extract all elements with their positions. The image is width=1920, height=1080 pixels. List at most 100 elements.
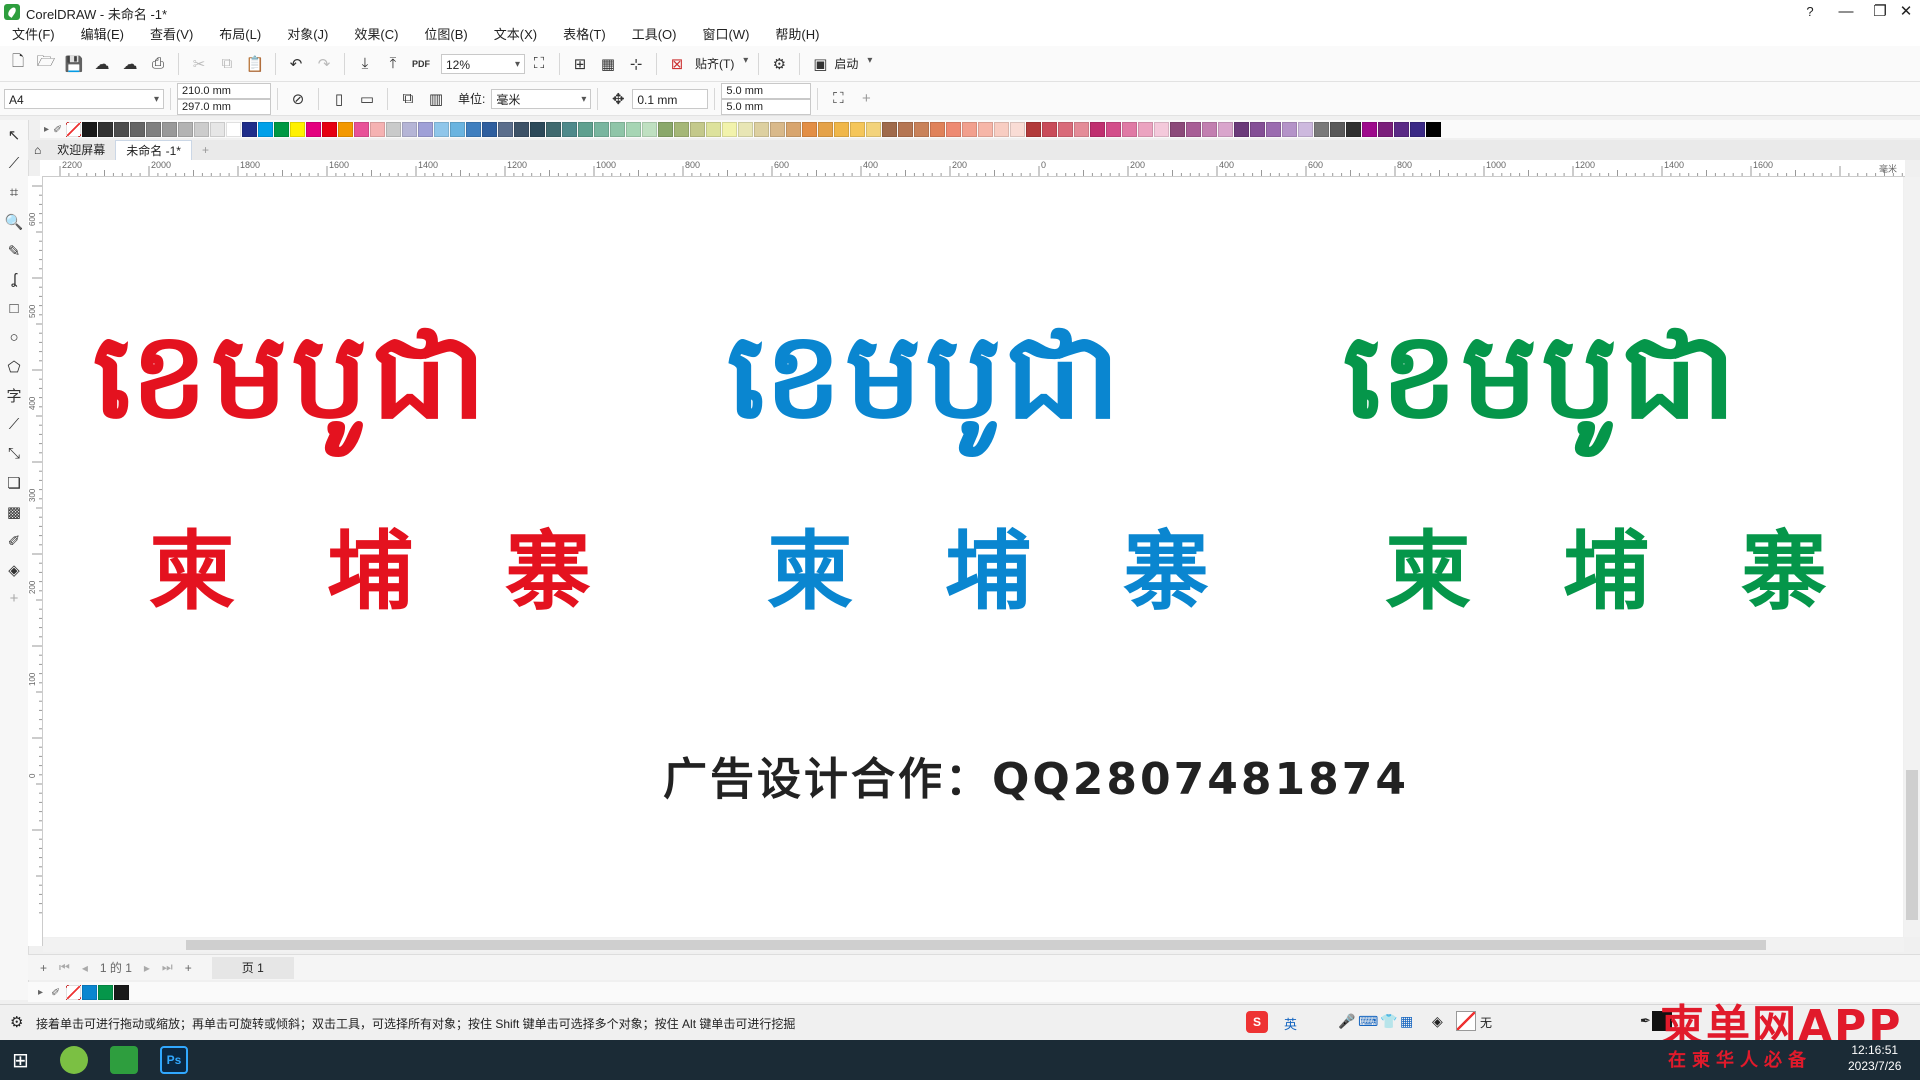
palette-menu-icon[interactable]: ▸ [44,124,49,135]
doc-palette-menu-icon[interactable]: ▸ [38,987,43,998]
toolbox-grid-icon[interactable]: ▦ [1400,1013,1413,1030]
show-grid-icon[interactable]: ▦ [597,53,619,75]
ime-mode[interactable]: 英 [1284,1014,1297,1033]
palette-swatch[interactable] [594,121,610,137]
print-icon[interactable]: ⎙ [147,53,169,75]
browser-icon[interactable] [60,1046,88,1074]
menu-bitmaps[interactable]: 位图(B) [412,24,481,46]
palette-swatch[interactable] [1298,121,1314,137]
add-tool-icon[interactable]: + [0,584,28,613]
cut-icon[interactable]: ✂ [188,53,210,75]
palette-swatch[interactable] [898,121,914,137]
parallel-dimension-icon[interactable]: ⟋ [0,410,28,439]
palette-swatch[interactable] [914,121,930,137]
palette-swatch[interactable] [834,121,850,137]
no-color-swatch[interactable] [66,121,82,137]
shape-tool-icon[interactable]: ⟋ [0,149,28,178]
palette-swatch[interactable] [1090,121,1106,137]
drop-shadow-icon[interactable]: ❏ [0,468,28,497]
palette-swatch[interactable] [1250,121,1266,137]
palette-swatch[interactable] [338,121,354,137]
palette-swatch[interactable] [514,121,530,137]
palette-swatch[interactable] [1186,121,1202,137]
palette-swatch[interactable] [562,121,578,137]
interactive-fill-icon[interactable]: ◈ [0,555,28,584]
unit-dropdown[interactable]: 毫米 [491,88,592,110]
freehand-tool-icon[interactable]: ✎ [0,236,28,265]
palette-swatch[interactable] [1378,121,1394,137]
khmer-text-blue[interactable]: ខេមបូជា [727,317,1124,437]
palette-swatch[interactable] [946,121,962,137]
palette-swatch[interactable] [1410,121,1426,137]
cn-char-red-2[interactable]: 埔 [327,529,413,615]
palette-swatch[interactable] [1074,121,1090,137]
keyboard-icon[interactable]: ⌨ [1358,1013,1378,1030]
duplicate-y-field[interactable]: 5.0 mm [721,98,812,115]
cn-char-green-2[interactable]: 埔 [1563,529,1649,615]
palette-swatch[interactable] [1058,121,1074,137]
palette-swatch[interactable] [1106,121,1122,137]
new-tab-button[interactable]: + [192,140,219,160]
palette-swatch[interactable] [706,121,722,137]
page-frame-icon[interactable]: ⛶ [827,88,849,110]
next-page-icon[interactable]: ▸ [144,961,150,975]
palette-swatch[interactable] [1234,121,1250,137]
export-icon[interactable]: ⤒ [382,53,404,75]
previous-page-icon[interactable]: ◂ [82,961,88,975]
palette-swatch[interactable] [450,121,466,137]
khmer-text-green[interactable]: ខេមបូជា [1343,317,1740,437]
palette-swatch[interactable] [98,121,114,137]
palette-swatch[interactable] [866,121,882,137]
close-button[interactable]: ✕ [1886,0,1920,24]
add-icon[interactable]: + [855,88,877,110]
palette-swatch[interactable] [1202,121,1218,137]
nudge-distance-field[interactable]: 0.1 mm [632,88,709,109]
menu-window[interactable]: 窗口(W) [690,24,763,46]
vertical-scroll-thumb[interactable] [1906,770,1918,920]
palette-swatch[interactable] [770,121,786,137]
open-folder-icon[interactable]: 🗁 [35,53,57,75]
page-size-dropdown[interactable]: A4 [4,88,164,110]
menu-object[interactable]: 对象(J) [275,24,342,46]
color-eyedropper-icon[interactable]: ✐ [0,526,28,555]
help-icon[interactable]: ? [1790,0,1830,24]
connector-tool-icon[interactable]: ⤡ [0,439,28,468]
palette-swatch[interactable] [130,121,146,137]
cn-char-blue-2[interactable]: 埔 [945,529,1031,615]
palette-swatch[interactable] [290,121,306,137]
redo-icon[interactable]: ↷ [313,53,335,75]
outline-pen-icon[interactable]: ✒ [1640,1013,1651,1029]
show-rulers-icon[interactable]: ⊞ [569,53,591,75]
paste-icon[interactable]: 📋 [244,53,266,75]
cn-char-blue-1[interactable]: 柬 [767,529,853,615]
windows-start-icon[interactable]: ⊞ [12,1048,29,1073]
palette-swatch[interactable] [882,121,898,137]
palette-swatch[interactable] [1426,121,1442,137]
palette-swatch[interactable] [1314,121,1330,137]
cn-char-blue-3[interactable]: 寨 [1123,529,1209,615]
palette-swatch[interactable] [162,121,178,137]
palette-swatch[interactable] [1042,121,1058,137]
undo-icon[interactable]: ↶ [285,53,307,75]
menu-text[interactable]: 文本(X) [482,24,551,46]
khmer-text-red[interactable]: ខេមបូជា [93,317,490,437]
cn-char-green-3[interactable]: 寨 [1741,529,1827,615]
palette-swatch[interactable] [578,121,594,137]
palette-swatch[interactable] [1346,121,1362,137]
doc-swatch-black[interactable] [114,984,130,1000]
rectangle-tool-icon[interactable]: □ [0,294,28,323]
cn-char-green-1[interactable]: 柬 [1385,529,1471,615]
palette-swatch[interactable] [482,121,498,137]
palette-swatch[interactable] [818,121,834,137]
menu-effects[interactable]: 效果(C) [342,24,412,46]
system-clock[interactable]: 12:16:51 2023/7/26 [1848,1042,1901,1074]
palette-swatch[interactable] [434,121,450,137]
palette-swatch[interactable] [1330,121,1346,137]
palette-swatch[interactable] [498,121,514,137]
palette-swatch[interactable] [370,121,386,137]
menu-tools[interactable]: 工具(O) [620,24,691,46]
landscape-icon[interactable]: ▭ [356,88,378,110]
eyedropper-icon[interactable]: ✐ [53,123,62,136]
menu-view[interactable]: 查看(V) [138,24,207,46]
new-document-icon[interactable]: 🗋 [7,53,29,75]
